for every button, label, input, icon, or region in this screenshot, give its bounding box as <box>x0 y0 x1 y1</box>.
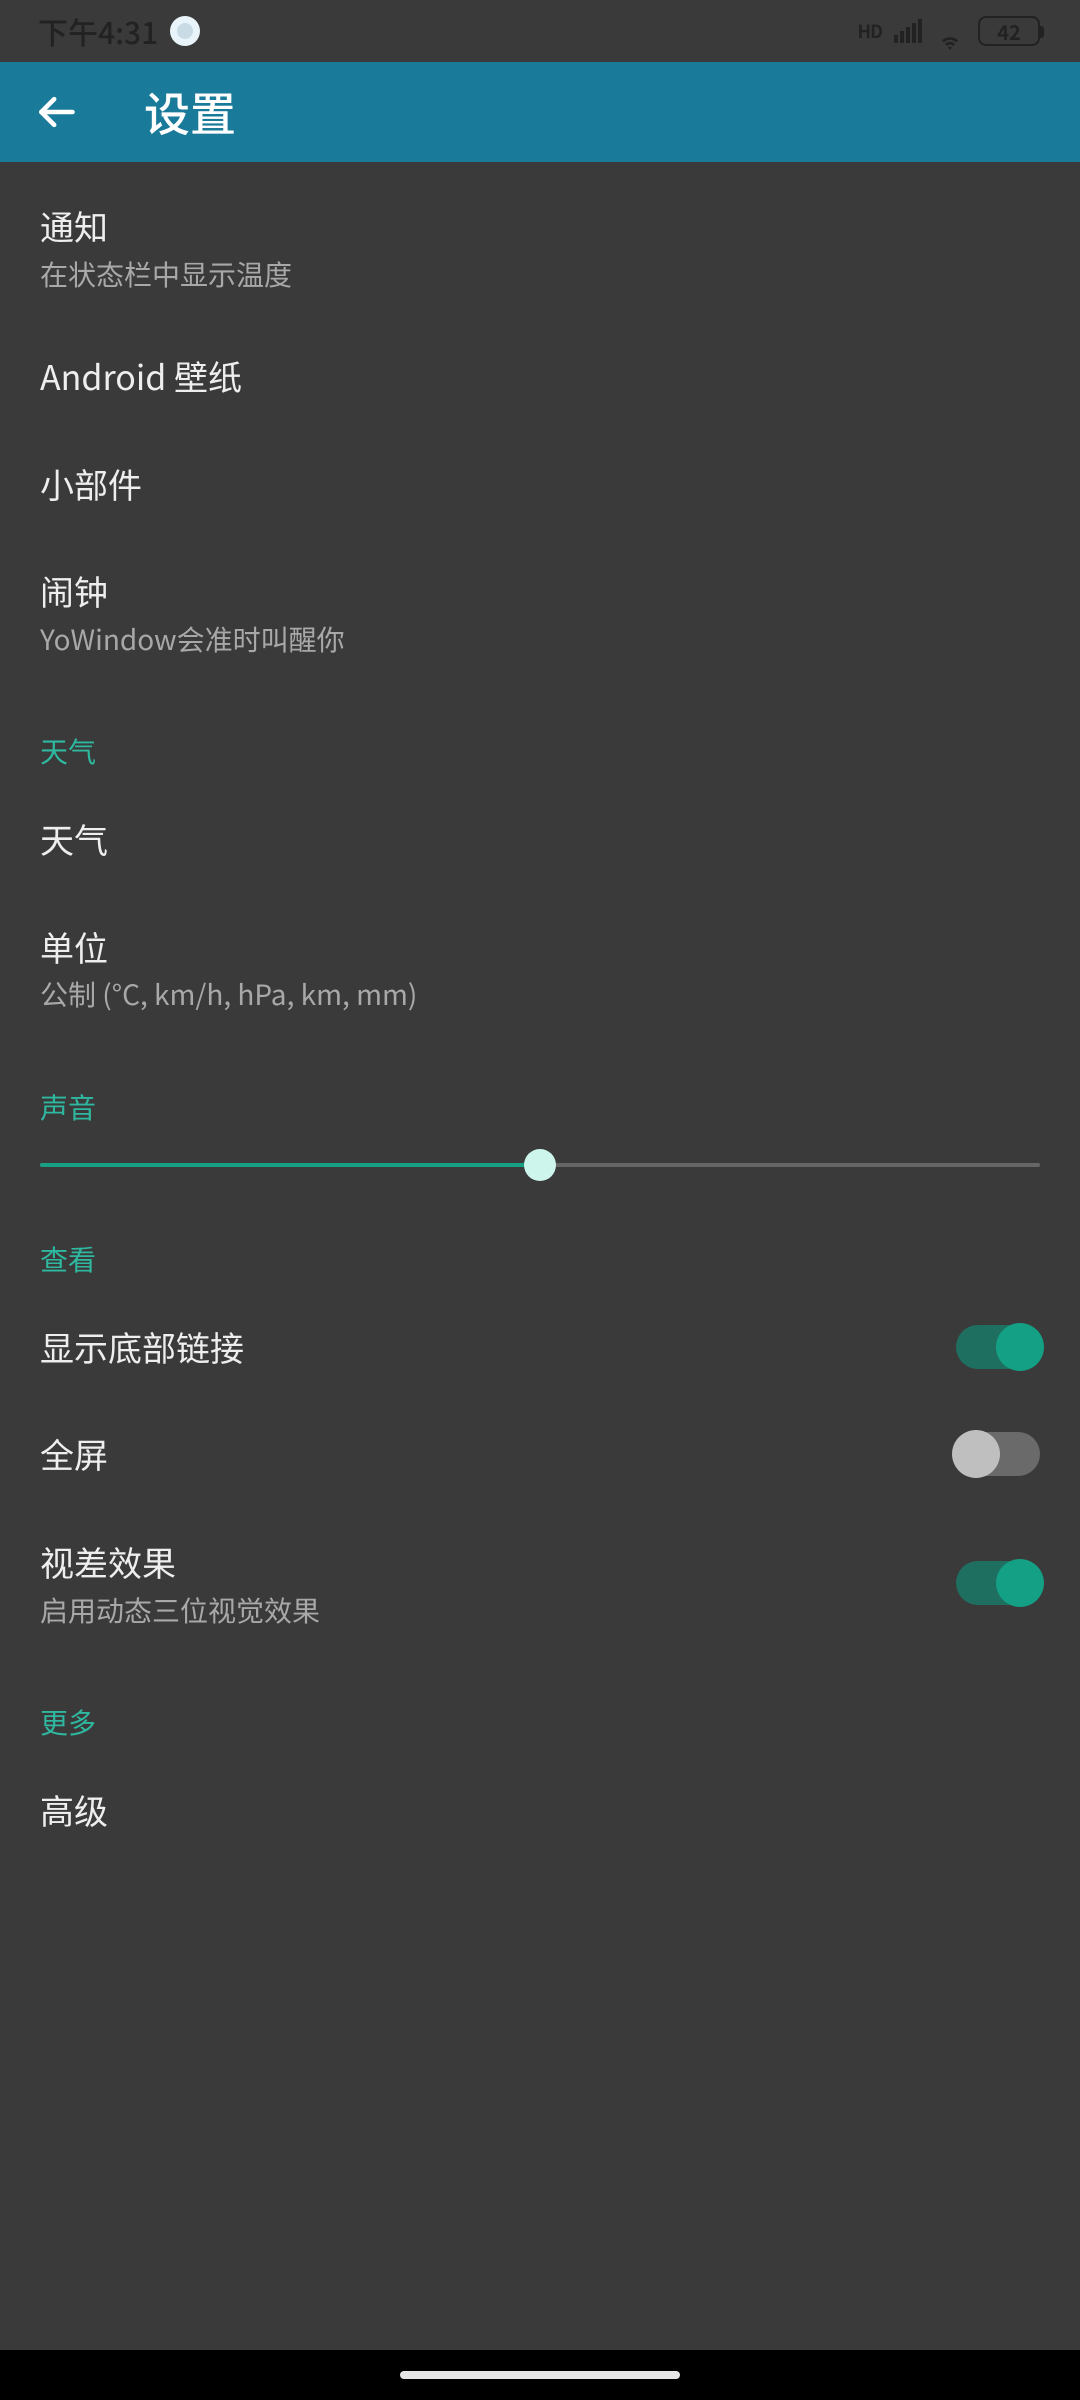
status-time: 下午4:31 <box>38 9 158 53</box>
item-units[interactable]: 单位 公制 (°C, km/h, hPa, km, mm) <box>0 893 1080 1043</box>
item-title: 高级 <box>40 1786 1040 1834</box>
status-left: 下午4:31 <box>38 9 200 53</box>
toggle-show-bottom-links[interactable] <box>956 1325 1040 1369</box>
hd-icon: HD <box>858 18 882 44</box>
item-title: 小部件 <box>40 460 1040 508</box>
item-title: 全屏 <box>40 1430 956 1478</box>
page-title: 设置 <box>144 79 236 145</box>
toggle-parallax[interactable] <box>956 1561 1040 1605</box>
item-fullscreen[interactable]: 全屏 <box>0 1400 1080 1508</box>
slider-thumb[interactable] <box>524 1149 556 1181</box>
item-notifications[interactable]: 通知 在状态栏中显示温度 <box>0 172 1080 322</box>
section-header-weather: 天气 <box>0 687 1080 785</box>
battery-icon: 42 <box>978 16 1040 46</box>
wifi-icon <box>934 19 966 43</box>
item-advanced[interactable]: 高级 <box>0 1756 1080 1834</box>
settings-list[interactable]: 通知 在状态栏中显示温度 Android 壁纸 小部件 闹钟 YoWindow会… <box>0 162 1080 2400</box>
section-header-sound: 声音 <box>0 1043 1080 1141</box>
item-subtitle: 在状态栏中显示温度 <box>40 256 1040 292</box>
item-subtitle: 启用动态三位视觉效果 <box>40 1592 956 1628</box>
item-alarm[interactable]: 闹钟 YoWindow会准时叫醒你 <box>0 537 1080 687</box>
item-subtitle: 公制 (°C, km/h, hPa, km, mm) <box>40 976 1040 1012</box>
toggle-fullscreen[interactable] <box>956 1432 1040 1476</box>
app-bar: 设置 <box>0 62 1080 162</box>
section-header-view: 查看 <box>0 1195 1080 1293</box>
item-title: 单位 <box>40 923 1040 971</box>
item-title: Android 壁纸 <box>40 352 1040 400</box>
status-bar: 下午4:31 HD 42 <box>0 0 1080 62</box>
item-title: 视差效果 <box>40 1538 956 1586</box>
item-title: 显示底部链接 <box>40 1323 956 1371</box>
back-arrow-icon[interactable] <box>32 88 80 136</box>
item-widgets[interactable]: 小部件 <box>0 430 1080 538</box>
weather-status-icon <box>170 16 200 46</box>
item-android-wallpaper[interactable]: Android 壁纸 <box>0 322 1080 430</box>
item-title: 闹钟 <box>40 567 1040 615</box>
item-title: 通知 <box>40 202 1040 250</box>
item-show-bottom-links[interactable]: 显示底部链接 <box>0 1293 1080 1401</box>
item-parallax[interactable]: 视差效果 启用动态三位视觉效果 <box>0 1508 1080 1658</box>
sound-slider[interactable] <box>0 1141 1080 1195</box>
section-header-more: 更多 <box>0 1658 1080 1756</box>
gesture-pill[interactable] <box>400 2371 680 2379</box>
status-right: HD 42 <box>858 16 1040 46</box>
slider-fill <box>40 1163 540 1167</box>
gesture-bar <box>0 2350 1080 2400</box>
item-title: 天气 <box>40 815 1040 863</box>
item-weather[interactable]: 天气 <box>0 785 1080 893</box>
item-subtitle: YoWindow会准时叫醒你 <box>40 621 1040 657</box>
screen: 下午4:31 HD 42 设置 通知 在状态栏中显示温度 Android 壁纸 … <box>0 0 1080 2400</box>
cellular-signal-icon <box>894 19 922 43</box>
